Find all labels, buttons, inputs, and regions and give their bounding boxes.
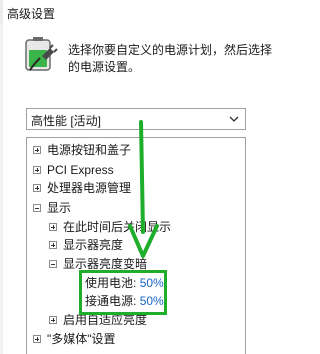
tree-item-pci-express[interactable]: PCI Express bbox=[33, 162, 233, 179]
tree-item-display-brightness[interactable]: 显示器亮度 bbox=[49, 237, 239, 254]
expand-plus-icon[interactable] bbox=[33, 146, 41, 154]
expand-plus-icon[interactable] bbox=[49, 223, 57, 231]
collapse-minus-icon[interactable] bbox=[33, 204, 41, 212]
tree-item-processor-power[interactable]: 处理器电源管理 bbox=[33, 180, 233, 197]
window-title: 高级设置 bbox=[7, 7, 56, 21]
power-plan-selected: 高性能 [活动] bbox=[31, 114, 102, 128]
window-edge bbox=[0, 0, 3, 24]
expand-plus-icon[interactable] bbox=[33, 184, 41, 192]
tree-item-label: 显示 bbox=[47, 201, 72, 215]
tree-item-label: PCI Express bbox=[47, 163, 114, 177]
tree-item-label: "多媒体"设置 bbox=[47, 332, 116, 346]
expand-plus-icon[interactable] bbox=[49, 241, 57, 249]
collapse-minus-icon[interactable] bbox=[49, 260, 57, 268]
tree-item-label: 在此时间后关闭显示 bbox=[63, 220, 172, 234]
tree-item-turn-off-display-after[interactable]: 在此时间后关闭显示 bbox=[49, 219, 239, 236]
power-plan-dropdown[interactable]: 高性能 [活动] bbox=[26, 108, 246, 130]
annotation-highlight-box bbox=[79, 270, 167, 315]
tree-item-display[interactable]: 显示 bbox=[33, 200, 233, 217]
tree-item-label: 电源按钮和盖子 bbox=[47, 143, 132, 157]
settings-tree[interactable]: 电源按钮和盖子 PCI Express 处理器电源管理 显示 在此时间后关闭显示… bbox=[26, 137, 246, 354]
tree-item-label: 处理器电源管理 bbox=[47, 181, 132, 195]
tree-item-multimedia-settings[interactable]: "多媒体"设置 bbox=[33, 331, 233, 348]
advanced-settings-window: 高级设置 选择你要自定义的电源计划，然后选择 的电源设置。 高性能 [活动] 电… bbox=[0, 0, 272, 354]
window-left-border bbox=[0, 24, 3, 354]
expand-plus-icon[interactable] bbox=[33, 335, 41, 343]
description-line-1: 选择你要自定义的电源计划，然后选择 bbox=[68, 43, 273, 57]
battery-power-icon bbox=[25, 37, 58, 71]
tree-item-label: 显示器亮度 bbox=[63, 238, 124, 252]
expand-plus-icon[interactable] bbox=[33, 166, 41, 174]
expand-plus-icon[interactable] bbox=[49, 316, 57, 324]
title-bar: 高级设置 bbox=[0, 0, 262, 24]
tree-item-power-buttons-lid[interactable]: 电源按钮和盖子 bbox=[33, 142, 233, 159]
description-line-2: 的电源设置。 bbox=[68, 60, 141, 74]
chevron-down-icon bbox=[229, 116, 239, 122]
